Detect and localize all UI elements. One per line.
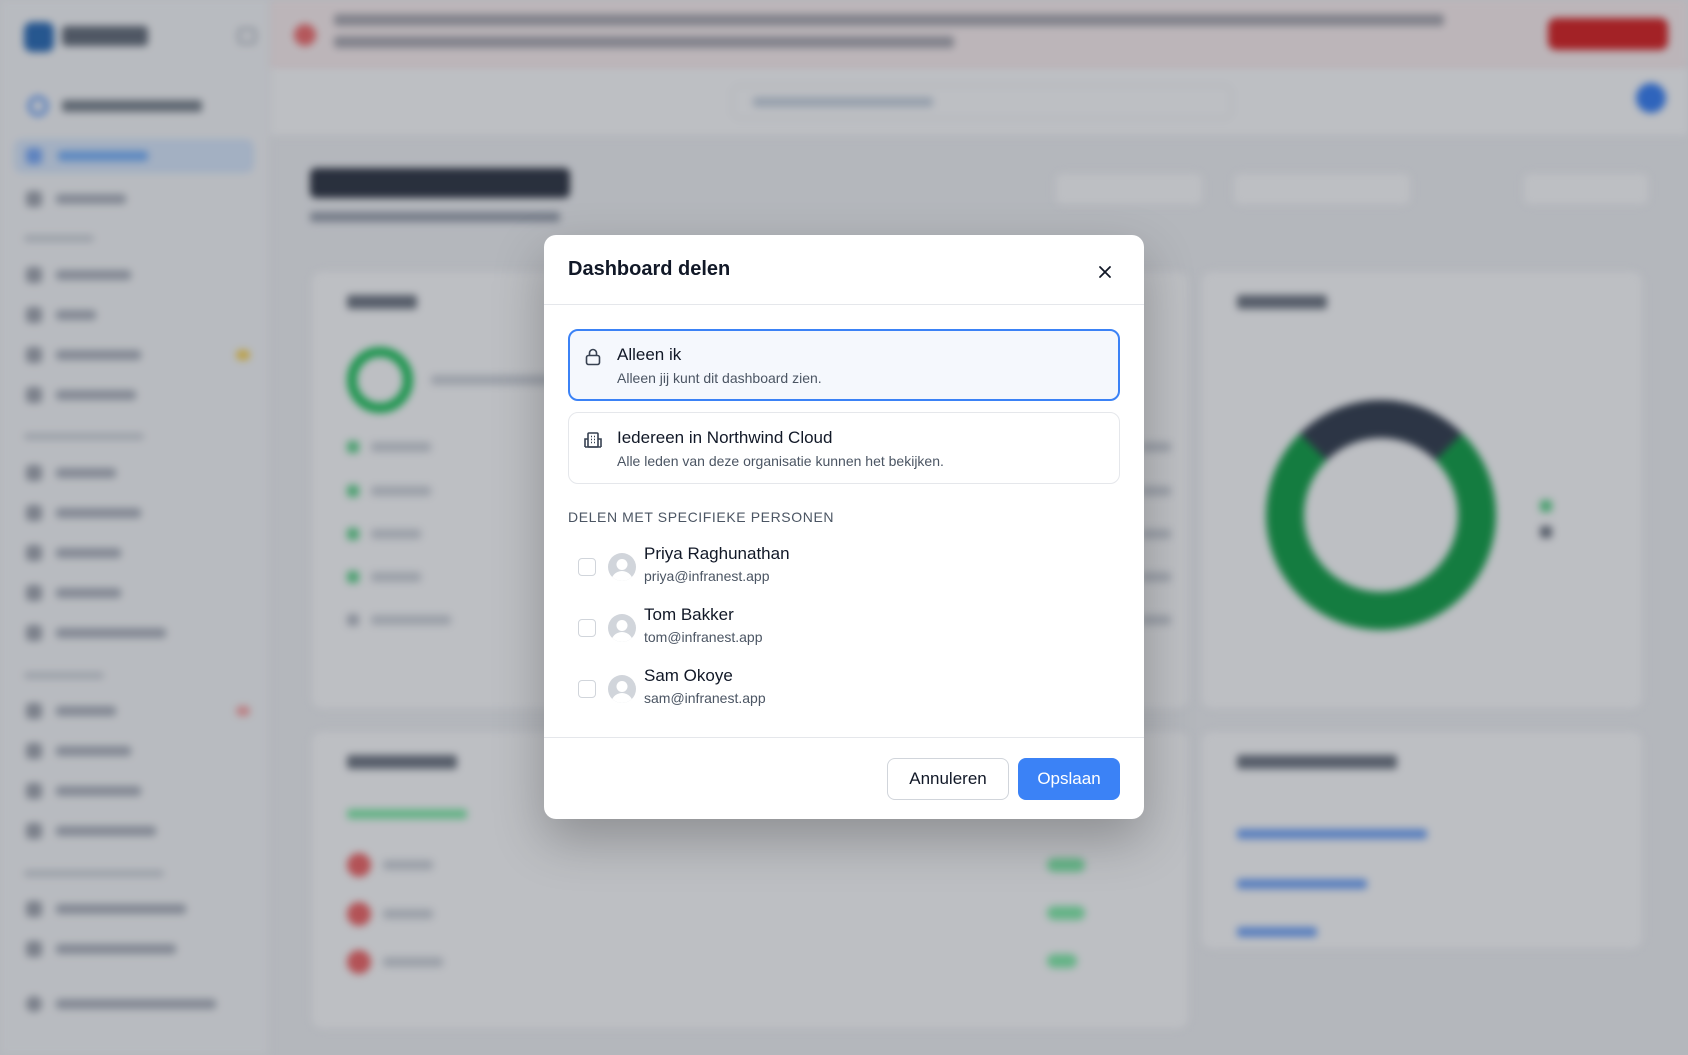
- close-icon: [1099, 266, 1111, 278]
- person-checkbox[interactable]: [578, 558, 596, 576]
- save-button[interactable]: Opslaan: [1018, 758, 1120, 800]
- person-row: Priya Raghunathan priya@infranest.app: [578, 544, 1118, 590]
- modal-header: Dashboard delen: [544, 235, 1144, 305]
- option-description: Alleen jij kunt dit dashboard zien.: [617, 370, 822, 386]
- avatar: [608, 553, 636, 581]
- person-email: priya@infranest.app: [644, 568, 770, 584]
- option-organization[interactable]: Iedereen in Northwind Cloud Alle leden v…: [568, 412, 1120, 484]
- person-email: tom@infranest.app: [644, 629, 763, 645]
- user-icon: [611, 620, 633, 642]
- building-icon: [584, 432, 602, 448]
- modal-title: Dashboard delen: [568, 258, 731, 280]
- person-checkbox[interactable]: [578, 619, 596, 637]
- option-description: Alle leden van deze organisatie kunnen h…: [617, 453, 944, 469]
- user-icon: [611, 559, 633, 581]
- option-only-me[interactable]: Alleen ik Alleen jij kunt dit dashboard …: [568, 329, 1120, 401]
- close-button[interactable]: [1092, 259, 1118, 285]
- person-name: Sam Okoye: [644, 666, 733, 685]
- share-dashboard-modal: Dashboard delen Alleen ik Alleen jij kun…: [544, 235, 1144, 819]
- user-icon: [611, 681, 633, 703]
- avatar: [608, 614, 636, 642]
- lock-icon: [585, 348, 601, 366]
- person-row: Sam Okoye sam@infranest.app: [578, 666, 1118, 712]
- person-row: Tom Bakker tom@infranest.app: [578, 605, 1118, 651]
- cancel-button[interactable]: Annuleren: [887, 758, 1009, 800]
- section-label-specific-people: DELEN MET SPECIFIEKE PERSONEN: [568, 509, 835, 525]
- person-email: sam@infranest.app: [644, 690, 766, 706]
- person-name: Tom Bakker: [644, 605, 734, 624]
- option-title: Alleen ik: [617, 345, 682, 364]
- person-name: Priya Raghunathan: [644, 544, 790, 563]
- avatar: [608, 675, 636, 703]
- person-checkbox[interactable]: [578, 680, 596, 698]
- option-title: Iedereen in Northwind Cloud: [617, 428, 833, 447]
- modal-footer: Annuleren Opslaan: [544, 737, 1144, 819]
